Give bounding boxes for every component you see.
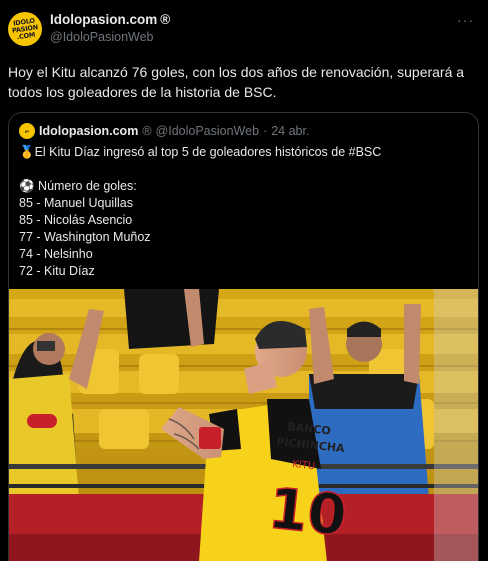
quote-line-goals-heading: ⚽ Número de goles:	[19, 179, 137, 193]
quote-handle: @IdoloPasionWeb	[155, 124, 260, 138]
quote-line-scorer: 85 - Nicolás Asencio	[19, 213, 133, 227]
avatar-logo: IDOLO PASION .COM	[11, 16, 39, 41]
quote-line-headline: 🥇El Kitu Díaz ingresó al top 5 de golead…	[19, 145, 382, 159]
celebration-photo: BANCO PICHINCHA KITU 10	[9, 289, 478, 561]
quote-registered-badge: ®	[142, 124, 152, 138]
author-name-text[interactable]: Idolopasion.com	[50, 12, 157, 27]
author-handle[interactable]: @IdoloPasionWeb	[50, 30, 170, 44]
quote-line-scorer: 72 - Kitu Díaz	[19, 264, 95, 278]
more-options-icon[interactable]: ···	[457, 12, 474, 28]
jersey-number: 10	[266, 476, 350, 549]
quote-photo[interactable]: BANCO PICHINCHA KITU 10	[9, 289, 478, 561]
registered-badge: ®	[160, 12, 171, 27]
tweet: IDOLO PASION .COM Idolopasion.com ® @Idolo…	[0, 0, 488, 561]
quote-tweet-card[interactable]: IP Idolopasion.com ® @IdoloPasionWeb · 2…	[8, 112, 479, 561]
quote-separator: ·	[263, 124, 268, 138]
quote-avatar: IP	[19, 123, 35, 139]
quote-line-scorer: 85 - Manuel Uquillas	[19, 196, 133, 210]
quote-line-scorer: 74 - Nelsinho	[19, 247, 93, 261]
quote-line-blank	[19, 161, 469, 178]
author-display-name[interactable]: Idolopasion.com ®	[50, 12, 170, 27]
quote-date: 24 abr.	[271, 124, 310, 138]
quote-display-name: Idolopasion.com	[39, 124, 139, 138]
quote-line-scorer: 77 - Washington Muñoz	[19, 230, 151, 244]
author-avatar[interactable]: IDOLO PASION .COM	[8, 12, 42, 46]
quote-body: 🥇El Kitu Díaz ingresó al top 5 de golead…	[19, 144, 469, 280]
tweet-text: Hoy el Kitu alcanzó 76 goles, con los do…	[8, 64, 465, 100]
quote-header: IP Idolopasion.com ® @IdoloPasionWeb · 2…	[19, 123, 309, 139]
author-info: Idolopasion.com ® @IdoloPasionWeb	[50, 12, 170, 44]
